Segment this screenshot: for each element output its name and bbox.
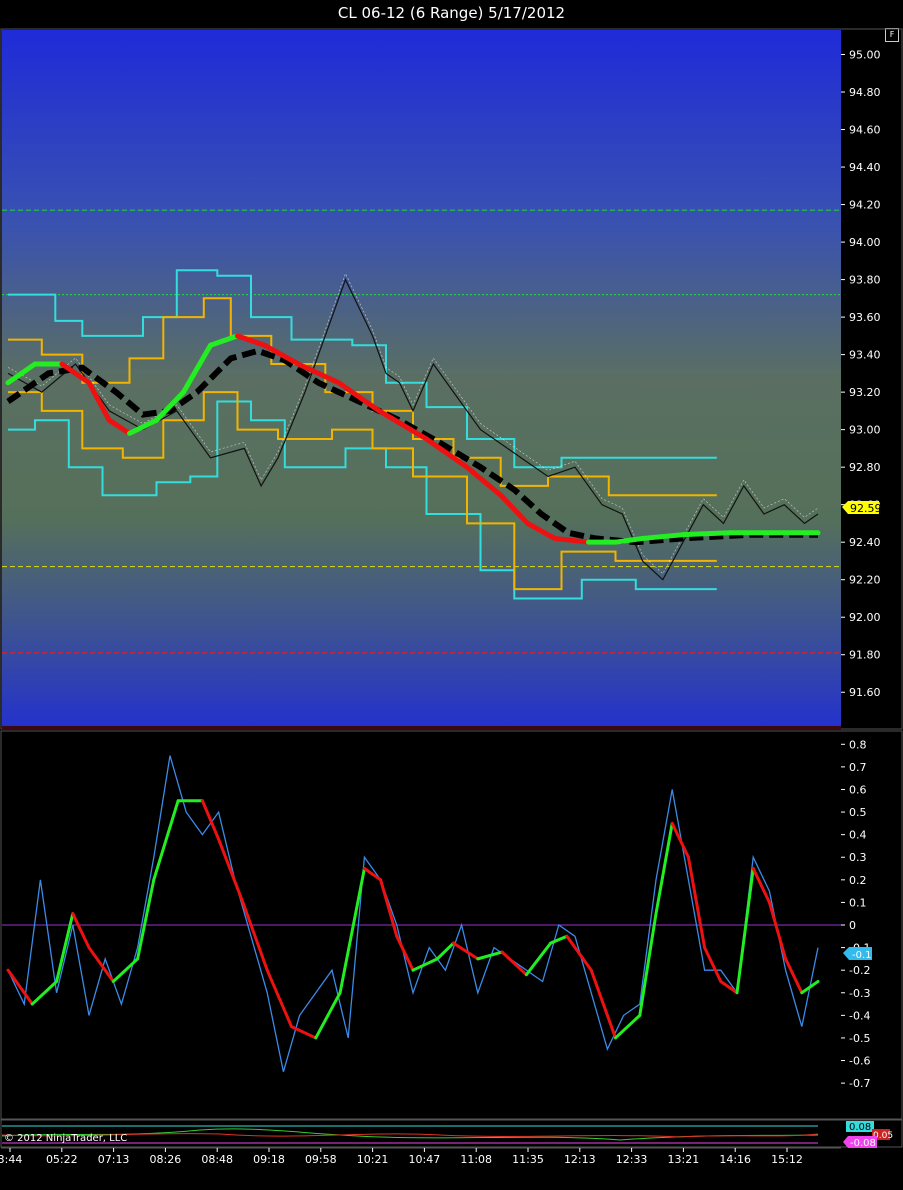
copyright-text: © 2012 NinjaTrader, LLC [4, 1133, 127, 1144]
price-y-tick-label: 93.40 [849, 349, 881, 362]
oscillator-smooth-segment [152, 799, 180, 882]
oscillator-smooth-segment [524, 941, 553, 977]
oscillator-smooth-segment [241, 900, 269, 972]
oscillator-smooth-segment [500, 950, 528, 977]
trend-segment [680, 530, 733, 538]
oscillator-smooth-segment [200, 799, 221, 841]
oscillator-y-tick-label: -0.4 [849, 1009, 870, 1022]
oscillator-y-tick-label: 0.6 [849, 783, 867, 796]
oscillator-smooth-segment [614, 1013, 642, 1040]
oscillator-smooth-segment [338, 867, 366, 995]
oscillator-y-tick-label: 0.5 [849, 806, 867, 819]
lower-panel-label-upper: 0.08 [849, 1122, 871, 1133]
price-y-tick-label: 93.20 [849, 386, 881, 399]
oscillator-smooth-segment [6, 968, 34, 1006]
price-y-tick-label: 94.60 [849, 124, 881, 137]
price-y-tick-label: 93.80 [849, 274, 881, 287]
price-y-tick-label: 94.40 [849, 161, 881, 174]
oscillator-smooth-segment [379, 878, 399, 938]
oscillator-smooth-segment [719, 979, 739, 995]
x-tick-label: 14:16 [719, 1153, 751, 1166]
oscillator-smooth-segment [55, 912, 75, 983]
oscillator-smooth-segment [767, 900, 788, 961]
lower-panel-label-lower: -0.08 [850, 1138, 876, 1149]
oscillator-y-tick-label: -0.2 [849, 964, 870, 977]
oscillator-y-axis: 0.8 0.7 0.6 0.5 0.4 0.3 0.2 0.1 0 -0.1 -0.2 -0.3 -0.… [841, 738, 870, 1090]
x-tick-label: 09:58 [305, 1153, 337, 1166]
price-y-tick-label: 91.80 [849, 649, 881, 662]
price-y-tick-label: 91.60 [849, 686, 881, 699]
x-tick-label: 13:21 [668, 1153, 700, 1166]
oscillator-y-tick-label: 0.1 [849, 896, 867, 909]
oscillator-smooth-segment [686, 855, 707, 950]
x-tick-label: 07:13 [98, 1153, 130, 1166]
oscillator-y-tick-label: 0.2 [849, 874, 867, 887]
oscillator-y-tick-label: 0.3 [849, 851, 867, 864]
oscillator-series-group [2, 755, 841, 1072]
x-tick-label: 10:21 [357, 1153, 389, 1166]
chart-svg[interactable]: 95.00 94.80 94.60 94.40 94.20 94.00 93.80 93.60… [0, 0, 903, 1190]
x-tick-label: 08:26 [150, 1153, 182, 1166]
oscillator-y-tick-label: 0.7 [849, 761, 867, 774]
oscillator-last-value-marker: -0.1 [843, 947, 872, 961]
x-tick-label: 3:44 [0, 1153, 22, 1166]
oscillator-smooth-segment [362, 867, 383, 882]
oscillator-smooth-segment [395, 934, 415, 972]
oscillator-smooth-segment [87, 946, 115, 983]
oscillator-smooth-segment [565, 934, 593, 972]
oscillator-smooth-segment [703, 946, 723, 983]
oscillator-y-tick-label: 0 [849, 919, 856, 932]
oscillator-smooth-segment [136, 878, 156, 961]
oscillator-last-value-label: -0.1 [852, 950, 872, 961]
price-panel-background [2, 30, 841, 727]
oscillator-raw-line [7, 755, 819, 1072]
oscillator-smooth-segment [265, 968, 293, 1029]
oscillator-smooth-segment [71, 912, 91, 950]
last-price-label: 92.59 [850, 502, 882, 515]
oscillator-y-tick-label: -0.6 [849, 1055, 870, 1068]
oscillator-y-tick-label: -0.3 [849, 987, 870, 1000]
last-price-marker: 92.59 [842, 501, 882, 515]
x-tick-label: 11:08 [460, 1153, 492, 1166]
oscillator-y-tick-label: -0.7 [849, 1077, 870, 1090]
price-y-tick-label: 93.00 [849, 424, 881, 437]
oscillator-smooth-segment [549, 934, 569, 945]
price-y-tick-label: 93.60 [849, 311, 881, 324]
oscillator-y-tick-label: 0.8 [849, 738, 867, 751]
price-y-tick-label: 92.80 [849, 461, 881, 474]
oscillator-smooth-segment [638, 912, 658, 1017]
price-y-axis: 95.00 94.80 94.60 94.40 94.20 94.00 93.80 93.60… [841, 49, 881, 699]
oscillator-y-tick-label: 0.4 [849, 829, 867, 842]
x-axis: 3:44 05:22 07:13 08:26 08:48 09:18 09:58 10:21 1… [0, 1148, 803, 1166]
oscillator-smooth-segment [735, 867, 755, 995]
price-panel-bottom-strip [2, 726, 841, 730]
oscillator-smooth-segment [111, 957, 140, 983]
oscillator-smooth-segment [452, 941, 480, 961]
x-tick-label: 12:13 [564, 1153, 596, 1166]
price-y-tick-label: 92.40 [849, 536, 881, 549]
price-y-tick-label: 95.00 [849, 49, 881, 62]
oscillator-smooth-segment [30, 979, 59, 1006]
x-tick-label: 05:22 [46, 1153, 78, 1166]
x-tick-label: 09:18 [253, 1153, 285, 1166]
lower-panel-labels: 0.08 0.05 -0.08 [843, 1121, 893, 1149]
oscillator-smooth-segment [784, 957, 804, 995]
oscillator-y-tick-label: -0.5 [849, 1032, 870, 1045]
x-tick-label: 08:48 [201, 1153, 233, 1166]
x-tick-label: 12:33 [616, 1153, 648, 1166]
oscillator-smooth-segment [435, 941, 455, 961]
price-y-tick-label: 92.20 [849, 574, 881, 587]
x-tick-label: 10:47 [409, 1153, 441, 1166]
price-y-tick-label: 94.00 [849, 236, 881, 249]
x-tick-label: 11:35 [512, 1153, 544, 1166]
oscillator-smooth-segment [670, 821, 690, 859]
price-y-tick-label: 94.20 [849, 199, 881, 212]
x-tick-label: 15:12 [771, 1153, 803, 1166]
oscillator-smooth-segment [314, 991, 342, 1040]
oscillator-smooth-segment [800, 979, 820, 995]
price-y-tick-label: 94.80 [849, 86, 881, 99]
price-y-tick-label: 92.00 [849, 611, 881, 624]
oscillator-smooth-segment [217, 837, 245, 904]
